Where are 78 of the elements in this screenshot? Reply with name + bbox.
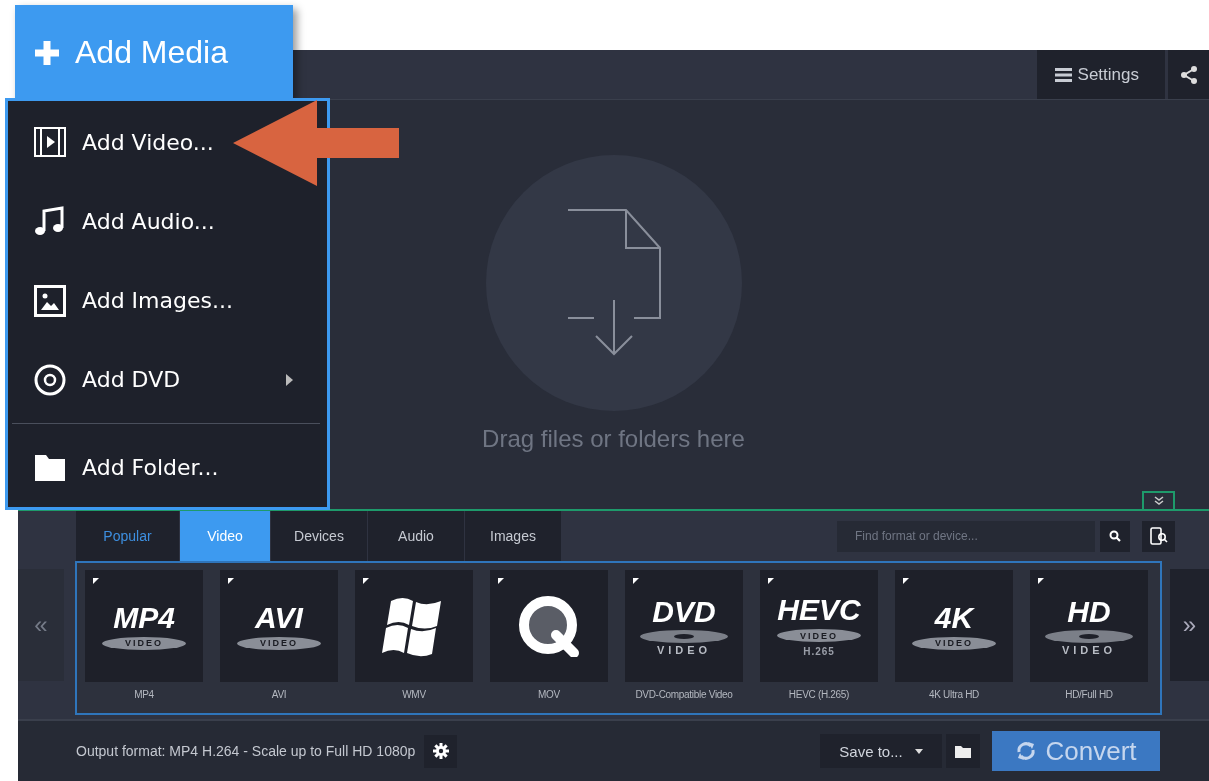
format-logo: 4K [934, 602, 974, 633]
format-card[interactable]: 4K VIDEO 4K Ultra HD [895, 570, 1013, 713]
search-icon [1109, 530, 1121, 542]
corner-icon [903, 578, 909, 584]
settings-icon [432, 743, 449, 759]
plus-icon [33, 38, 61, 67]
image-icon [34, 284, 66, 317]
output-format-text: Output format: MP4 H.264 - Scale up to Full HD 1080p [76, 743, 416, 759]
corner-icon [363, 578, 369, 584]
collapse-button[interactable] [1142, 491, 1175, 509]
format-tab[interactable]: Popular [76, 511, 180, 561]
search-field[interactable]: Find format or device... [837, 520, 1095, 552]
disc-label: VIDEO [237, 636, 321, 650]
format-label: MOV [538, 689, 560, 700]
folder-button[interactable] [946, 734, 980, 768]
format-logo: HEVC [777, 595, 861, 625]
format-card[interactable]: MOV [490, 570, 608, 713]
menu-item[interactable]: Add Folder... [8, 428, 327, 507]
format-card[interactable]: MP4 VIDEO MP4 [85, 570, 203, 713]
corner-icon [1038, 578, 1044, 584]
search-button[interactable] [1100, 520, 1130, 552]
refresh-icon [1015, 740, 1038, 762]
format-label: 4K Ultra HD [928, 689, 979, 700]
format-label: DVD-Compatible Video [635, 689, 733, 700]
disc-label: VIDEO [777, 629, 861, 642]
file-download-icon [565, 208, 662, 358]
double-chevron-icon [1153, 496, 1164, 506]
format-tab[interactable]: Devices [271, 511, 368, 561]
format-card[interactable]: DVD VIDEO DVD-Compatible Video [625, 570, 743, 713]
codec-label: H.265 [803, 646, 835, 657]
corner-icon [498, 578, 504, 584]
corner-icon [93, 578, 99, 584]
corner-icon [228, 578, 234, 584]
format-logo: MP4 [113, 602, 175, 633]
disc-caption: VIDEO [1061, 643, 1117, 656]
disc-label: VIDEO [102, 636, 186, 650]
next-button[interactable]: » [1170, 569, 1209, 681]
folder-icon [955, 744, 971, 758]
submenu-arrow-icon [286, 373, 293, 386]
disc-caption: VIDEO [656, 643, 712, 656]
caret-icon [914, 748, 923, 754]
corner-icon [768, 578, 774, 584]
disc-icon [34, 363, 66, 396]
format-tab[interactable]: Audio [368, 511, 465, 561]
device-search-icon [1149, 527, 1168, 545]
format-card[interactable]: HEVC VIDEO H.265 HEVC (H.265) [760, 570, 878, 713]
settings-button[interactable] [424, 734, 458, 768]
format-label: HEVC (H.265) [788, 689, 850, 700]
settings-button[interactable]: Settings [1036, 50, 1165, 99]
share-icon [1180, 65, 1197, 84]
drop-hint: Drag files or folders here [482, 425, 745, 453]
format-logo: DVD [652, 596, 716, 627]
disc-icon [1045, 629, 1133, 643]
format-label: WMV [402, 689, 426, 700]
format-tab[interactable]: Images [465, 511, 562, 561]
menu-item[interactable]: Add Video... [8, 103, 327, 182]
format-label: MP4 [134, 689, 154, 700]
format-card[interactable]: WMV [355, 570, 473, 713]
disc-icon [640, 629, 728, 643]
quicktime-logo-icon [518, 595, 580, 657]
share-button[interactable] [1168, 50, 1209, 99]
format-card[interactable]: HD VIDEO HD/Full HD [1030, 570, 1148, 713]
corner-icon [633, 578, 639, 584]
film-icon [34, 126, 66, 159]
menu-item[interactable]: Add DVD [8, 340, 327, 419]
format-logo: AVI [255, 602, 303, 633]
format-label: HD/Full HD [1065, 689, 1113, 700]
pointer-arrow-icon [233, 100, 401, 186]
menu-item[interactable]: Add Audio... [8, 182, 327, 261]
save-to-dropdown[interactable]: Save to... [820, 734, 942, 768]
menu-item[interactable]: Add Images... [8, 261, 327, 340]
menu-icon [1054, 67, 1072, 82]
format-logo: HD [1067, 596, 1111, 627]
format-label: AVI [271, 689, 287, 700]
device-search-button[interactable] [1142, 520, 1175, 552]
format-card[interactable]: AVI VIDEO AVI [220, 570, 338, 713]
music-note-icon [34, 205, 66, 238]
disc-label: VIDEO [912, 636, 996, 650]
